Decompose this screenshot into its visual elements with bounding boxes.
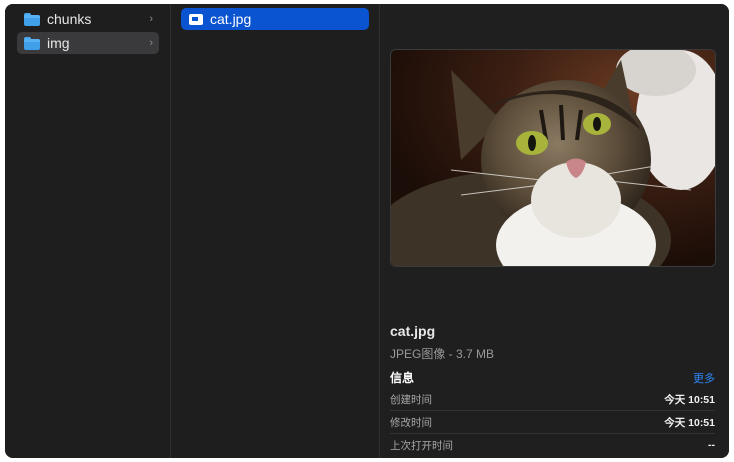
folder-item-label: chunks	[47, 11, 92, 27]
column-files[interactable]: cat.jpg	[171, 4, 380, 458]
finder-window: chunks › img › cat.jpg cat.jpg JPEG图像 - …	[5, 4, 729, 458]
chevron-right-icon: ›	[149, 13, 153, 25]
column-folders[interactable]: chunks › img ›	[5, 4, 171, 458]
info-row-modified: 修改时间 今天 10:51	[390, 411, 715, 434]
info-value: --	[708, 439, 715, 451]
info-value: 今天 10:51	[664, 393, 715, 406]
image-file-icon	[189, 13, 203, 25]
file-item-cat[interactable]: cat.jpg	[181, 8, 369, 30]
folder-item-label: img	[47, 35, 70, 51]
folder-item-img[interactable]: img ›	[17, 32, 159, 54]
info-value: 今天 10:51	[664, 416, 715, 429]
info-row-created: 创建时间 今天 10:51	[390, 388, 715, 411]
chevron-right-icon: ›	[149, 37, 153, 49]
info-key: 上次打开时间	[390, 439, 453, 452]
preview-filename: cat.jpg	[390, 323, 436, 339]
preview-filetype: JPEG图像 - 3.7 MB	[390, 347, 495, 361]
info-key: 创建时间	[390, 393, 432, 406]
info-key: 修改时间	[390, 416, 432, 429]
folder-icon	[24, 12, 40, 26]
info-row-last-opened: 上次打开时间 --	[390, 434, 715, 456]
preview-pane: cat.jpg JPEG图像 - 3.7 MB 信息 更多 创建时间 今天 10…	[380, 4, 729, 458]
folder-icon	[24, 36, 40, 50]
file-item-label: cat.jpg	[210, 11, 252, 27]
info-heading: 信息	[390, 371, 415, 385]
folder-item-chunks[interactable]: chunks ›	[17, 8, 159, 30]
image-preview	[390, 49, 716, 267]
cat-photo	[391, 50, 715, 266]
more-link[interactable]: 更多	[693, 370, 715, 386]
